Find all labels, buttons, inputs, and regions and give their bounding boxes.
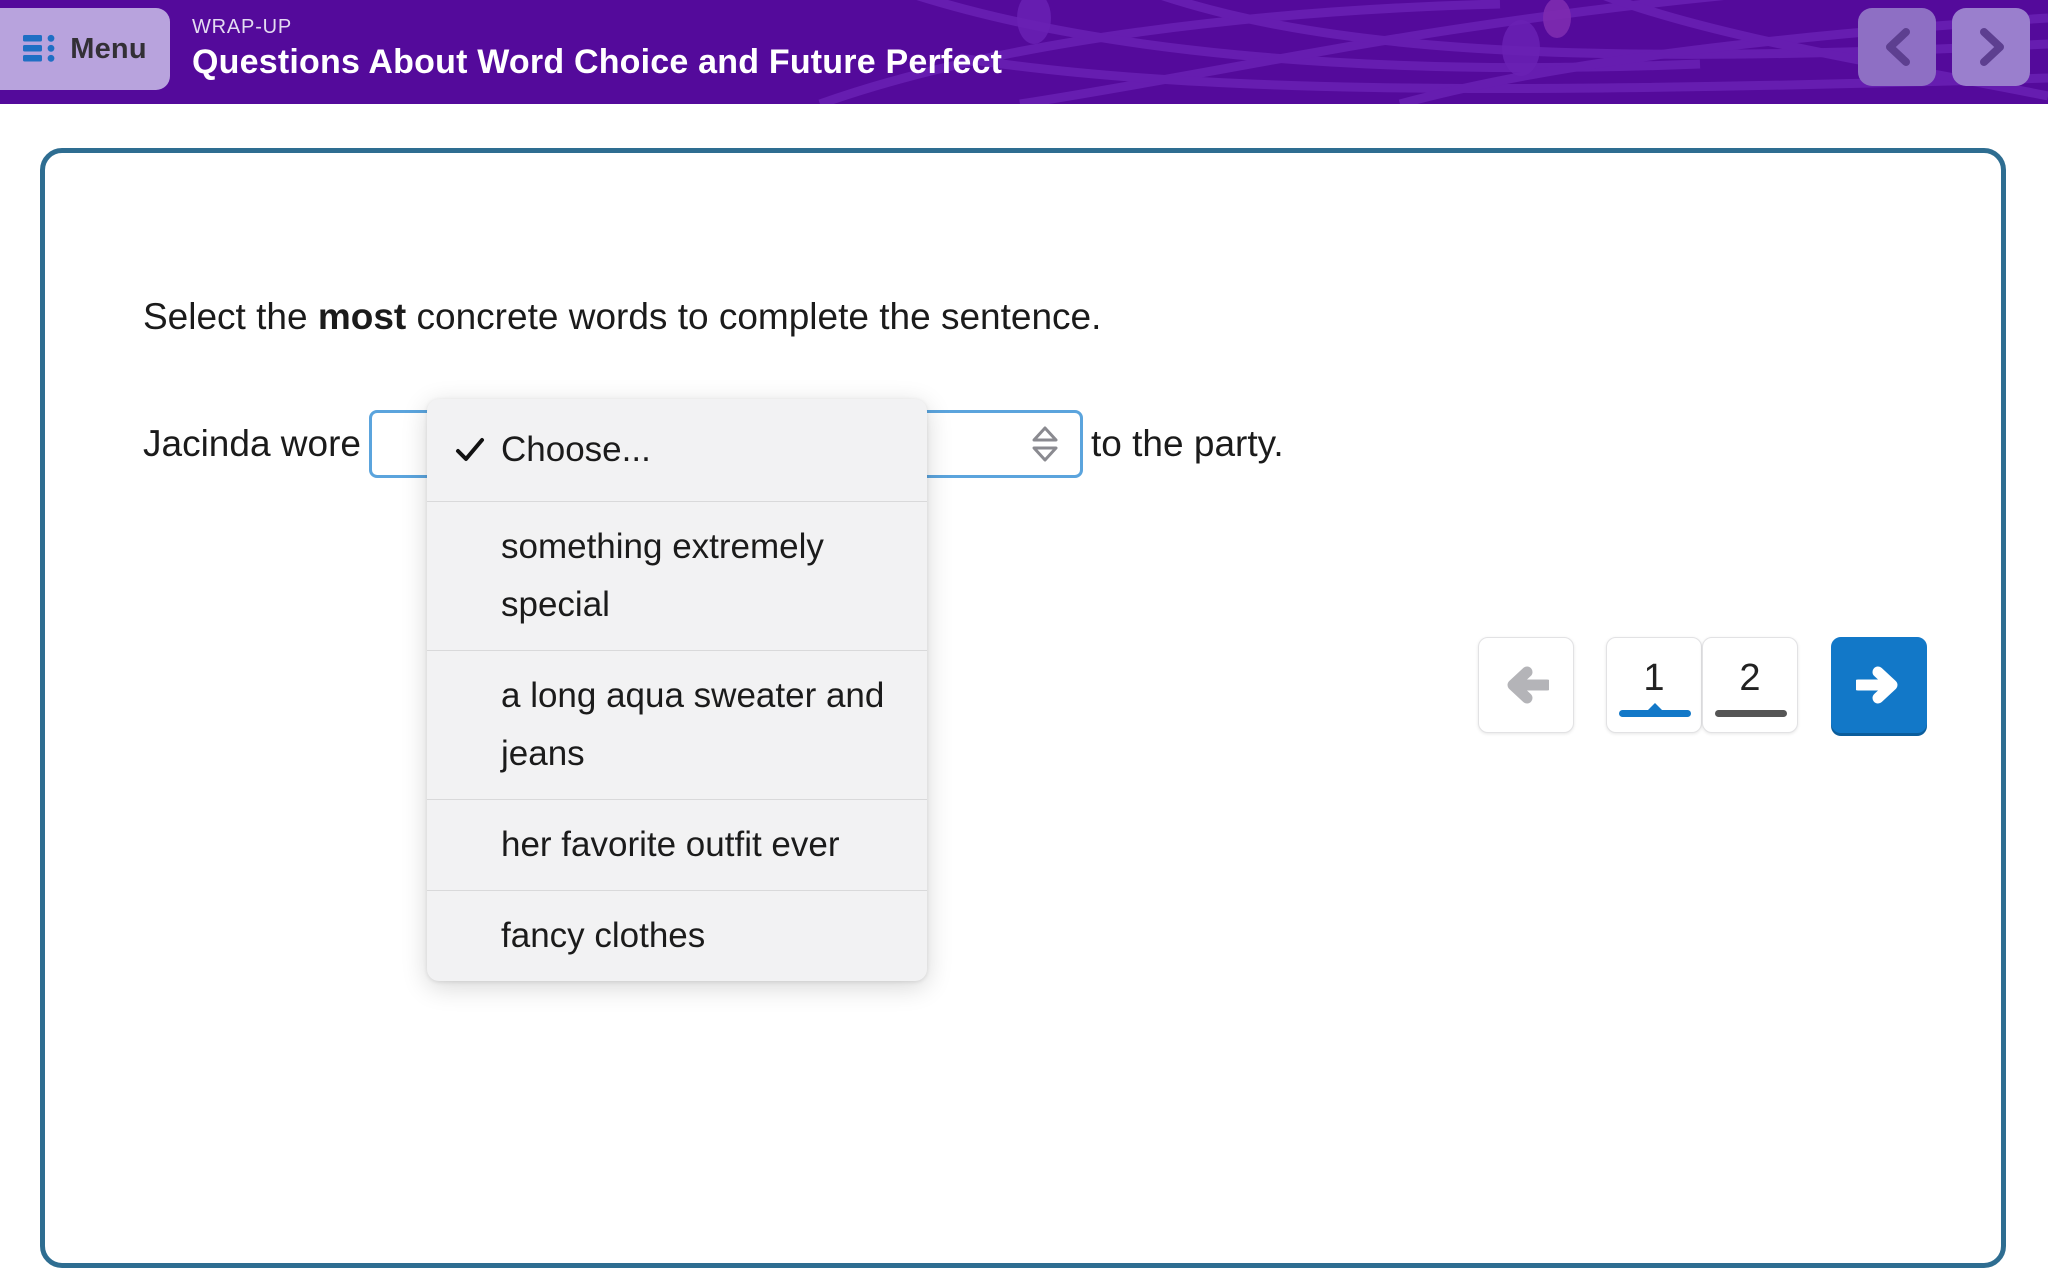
page-title: Questions About Word Choice and Future P… <box>192 40 1002 84</box>
sentence-after-text: to the party. <box>1091 409 1284 479</box>
question-card: Select the most concrete words to comple… <box>40 148 2006 1268</box>
chevron-right-icon <box>1974 28 2008 66</box>
pagination-forward-button[interactable] <box>1831 637 1927 733</box>
dropdown-option-label: her favorite outfit ever <box>501 816 905 874</box>
page-tab-1[interactable]: 1 <box>1606 637 1702 733</box>
dropdown-option-4[interactable]: fancy clothes <box>427 891 927 981</box>
header-prev-button[interactable] <box>1858 8 1936 86</box>
arrow-right-icon <box>1856 664 1902 706</box>
arrow-left-icon <box>1503 664 1549 706</box>
menu-button-label: Menu <box>70 33 147 66</box>
page-tab-2-number: 2 <box>1739 659 1760 697</box>
chevron-left-icon <box>1880 28 1914 66</box>
page-tab-1-number: 1 <box>1643 659 1664 697</box>
header-next-button[interactable] <box>1952 8 2030 86</box>
header-navigation <box>1858 8 2030 86</box>
lesson-eyebrow: WRAP-UP <box>192 14 1002 40</box>
checkmark-icon <box>455 435 485 465</box>
prompt-emphasis: most <box>318 296 406 337</box>
pagination-controls: 1 2 <box>1478 637 1927 733</box>
page-tab-2-marker <box>1715 702 1787 718</box>
header-titles: WRAP-UP Questions About Word Choice and … <box>192 14 1002 84</box>
chevron-up-down-icon <box>1024 421 1066 467</box>
question-prompt: Select the most concrete words to comple… <box>143 293 1101 341</box>
dropdown-option-label: a long aqua sweater and jeans <box>501 667 905 783</box>
list-menu-icon <box>23 34 57 64</box>
dropdown-option-2[interactable]: a long aqua sweater and jeans <box>427 651 927 800</box>
page-tab-1-active-marker <box>1619 702 1691 718</box>
dropdown-option-label: something extremely special <box>501 518 905 634</box>
answer-select-dropdown[interactable]: Choose... something extremely special a … <box>427 399 927 981</box>
dropdown-option-1[interactable]: something extremely special <box>427 502 927 651</box>
dropdown-option-label: fancy clothes <box>501 907 905 965</box>
dropdown-option-label: Choose... <box>501 421 905 479</box>
app-header: Menu WRAP-UP Questions About Word Choice… <box>0 0 2048 104</box>
prompt-suffix: concrete words to complete the sentence. <box>406 296 1101 337</box>
menu-button[interactable]: Menu <box>0 8 170 90</box>
pagination-back-button[interactable] <box>1478 637 1574 733</box>
dropdown-option-3[interactable]: her favorite outfit ever <box>427 800 927 891</box>
sentence-before-text: Jacinda wore <box>143 409 361 479</box>
page-tab-2[interactable]: 2 <box>1702 637 1798 733</box>
dropdown-option-choose[interactable]: Choose... <box>427 399 927 502</box>
prompt-prefix: Select the <box>143 296 318 337</box>
